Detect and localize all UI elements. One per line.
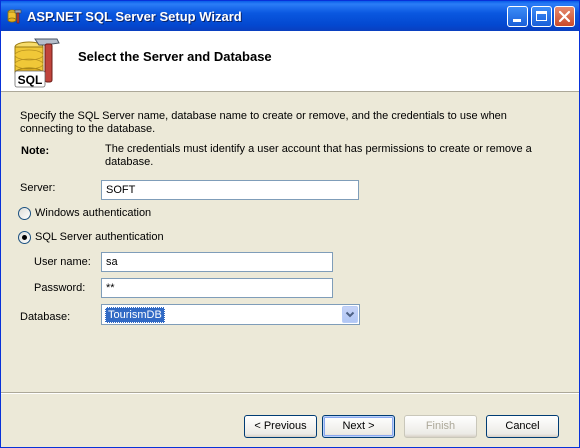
wizard-content: Specify the SQL Server name, database na… [1,92,579,447]
password-label: Password: [34,282,86,294]
sql-auth-radio[interactable] [18,231,31,244]
database-select[interactable]: TourismDB [101,304,360,325]
sql-auth-label[interactable]: SQL Server authentication [35,231,164,243]
close-button[interactable] [554,6,575,27]
minimize-icon [513,19,521,22]
windows-auth-label[interactable]: Windows authentication [35,207,151,219]
database-selected-value: TourismDB [105,307,165,323]
next-button[interactable]: Next > [322,415,395,438]
wizard-app-icon [7,9,22,24]
instructions-text: Specify the SQL Server name, database na… [20,110,507,135]
username-label: User name: [34,256,91,268]
username-input[interactable]: sa [101,252,333,272]
cancel-button[interactable]: Cancel [486,415,559,438]
previous-button[interactable]: < Previous [244,415,317,438]
wizard-window: ASP.NET SQL Server Setup Wizard SQL Sele… [0,0,580,448]
title-bar[interactable]: ASP.NET SQL Server Setup Wizard [1,1,579,31]
note-label: Note: [21,145,50,157]
minimize-button[interactable] [507,6,528,27]
maximize-icon [536,11,547,21]
window-title: ASP.NET SQL Server Setup Wizard [27,9,242,24]
sql-icon-label: SQL [18,73,43,87]
page-title: Select the Server and Database [78,49,272,64]
server-label: Server: [20,182,56,194]
windows-auth-radio[interactable] [18,207,31,220]
database-dropdown-button[interactable] [342,306,358,323]
sql-database-icon: SQL [14,38,60,88]
password-input[interactable]: ** [101,278,333,298]
note-text: The credentials must identify a user acc… [105,143,532,168]
maximize-button[interactable] [531,6,552,27]
wizard-header: SQL Select the Server and Database [1,31,579,92]
button-separator [1,392,579,394]
server-input[interactable]: SOFT [101,180,359,200]
chevron-down-icon [345,311,355,318]
database-label: Database: [20,311,71,323]
finish-button[interactable]: Finish [404,415,477,438]
close-icon [558,10,571,23]
